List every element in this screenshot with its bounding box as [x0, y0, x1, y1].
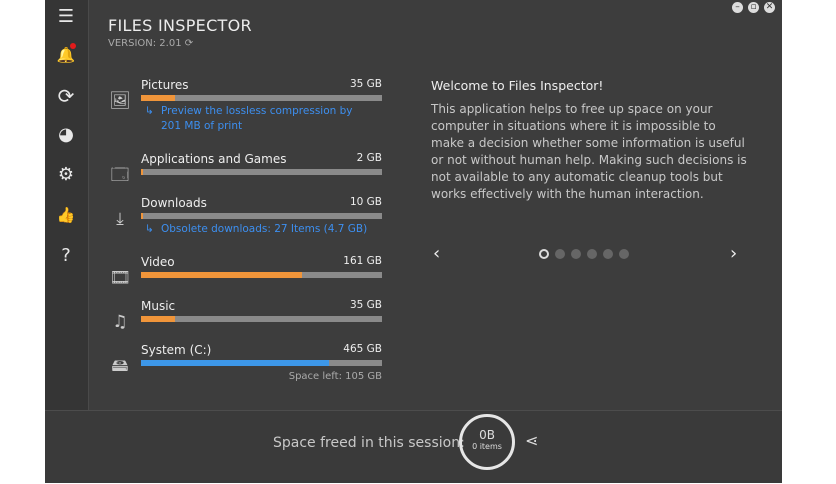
- category-size: 2 GB: [356, 152, 382, 164]
- video-icon: 🎞: [109, 268, 131, 288]
- return-arrow-icon: ↳: [145, 105, 154, 117]
- version-label: VERSION: 2.01 ⟳: [108, 38, 193, 49]
- welcome-title: Welcome to Files Inspector!: [431, 78, 604, 93]
- files-inspector-window: ☰ 🔔 ⟳ ◕ ⚙ 👍 ? FILES INSPECTOR VERSION: 2…: [45, 0, 782, 483]
- share-icon[interactable]: ⋖: [525, 431, 538, 450]
- update-icon[interactable]: ⟳: [185, 38, 193, 49]
- globe-icon[interactable]: ◕: [53, 122, 79, 148]
- carousel-dots: [539, 249, 629, 259]
- usage-bar-fill: [141, 272, 303, 278]
- notification-dot: [70, 43, 76, 49]
- space-freed-label: Space freed in this session:: [273, 435, 465, 451]
- category-size: 161 GB: [343, 255, 382, 267]
- menu-icon[interactable]: ☰: [53, 4, 79, 30]
- category-label: Pictures: [141, 78, 189, 92]
- session-bar: Space freed in this session: 0B 0 items …: [45, 410, 782, 483]
- music-icon: ♫: [112, 312, 128, 332]
- welcome-body: This application helps to free up space …: [431, 102, 747, 201]
- category-size: 465 GB: [343, 343, 382, 355]
- usage-bar-fill: [141, 213, 144, 219]
- category-label: Applications and Games: [141, 152, 287, 166]
- next-arrow-icon[interactable]: ›: [730, 243, 737, 264]
- hint-text: Preview the lossless compression by 201 …: [161, 105, 353, 132]
- usage-bar-fill: [141, 316, 175, 322]
- close-button[interactable]: ✕: [764, 2, 775, 13]
- carousel-dot[interactable]: [587, 249, 597, 259]
- category-label: Music: [141, 299, 176, 313]
- category-size: 10 GB: [349, 196, 382, 208]
- usage-bar: [141, 169, 382, 175]
- help-icon[interactable]: ?: [53, 243, 79, 269]
- usage-bar-fill: [141, 360, 329, 366]
- carousel-dot[interactable]: [571, 249, 581, 259]
- maximize-button[interactable]: ▫: [748, 2, 759, 13]
- minimize-button[interactable]: –: [732, 2, 743, 13]
- space-left: Space left: 105 GB: [288, 371, 382, 382]
- refresh-icon[interactable]: ⟳: [53, 83, 79, 109]
- usage-bar: [141, 360, 382, 366]
- hint-text: Obsolete downloads: 27 Items (4.7 GB): [161, 223, 368, 235]
- return-arrow-icon: ↳: [145, 223, 154, 235]
- freed-items-count: 0 items: [472, 442, 502, 451]
- carousel-dot[interactable]: [603, 249, 613, 259]
- usage-bar: [141, 213, 382, 219]
- bell-icon[interactable]: 🔔: [53, 42, 79, 68]
- category-label: Video: [141, 255, 175, 269]
- version-text: VERSION: 2.01: [108, 38, 182, 49]
- app-title: FILES INSPECTOR: [108, 16, 252, 35]
- carousel-dot[interactable]: [619, 249, 629, 259]
- category-label: System (C:): [141, 343, 212, 357]
- space-freed-value: 0B: [479, 428, 495, 442]
- space-freed-ring: 0B 0 items: [459, 414, 515, 470]
- download-icon: ⤓: [116, 209, 124, 229]
- usage-bar-fill: [141, 95, 175, 101]
- previous-arrow-icon[interactable]: ‹: [433, 243, 440, 264]
- category-size: 35 GB: [349, 299, 382, 311]
- usage-bar: [141, 95, 382, 101]
- category-size: 35 GB: [349, 78, 382, 90]
- category-label: Downloads: [141, 196, 207, 210]
- applications-icon: 🗔: [110, 165, 130, 185]
- gear-icon[interactable]: ⚙: [53, 162, 79, 188]
- drive-icon: 🖴: [111, 356, 129, 376]
- sidebar: ☰ 🔔 ⟳ ◕ ⚙ 👍 ?: [45, 0, 89, 410]
- usage-bar-fill: [141, 169, 144, 175]
- usage-bar: [141, 316, 382, 322]
- thumbs-up-icon[interactable]: 👍: [53, 202, 79, 228]
- image-icon: 🖼: [109, 91, 131, 111]
- carousel-dot[interactable]: [555, 249, 565, 259]
- usage-bar: [141, 272, 382, 278]
- category-hint-link[interactable]: ↳ Preview the lossless compression by 201…: [145, 104, 375, 134]
- category-hint-link[interactable]: ↳ Obsolete downloads: 27 Items (4.7 GB): [145, 222, 375, 237]
- carousel-dot[interactable]: [539, 249, 549, 259]
